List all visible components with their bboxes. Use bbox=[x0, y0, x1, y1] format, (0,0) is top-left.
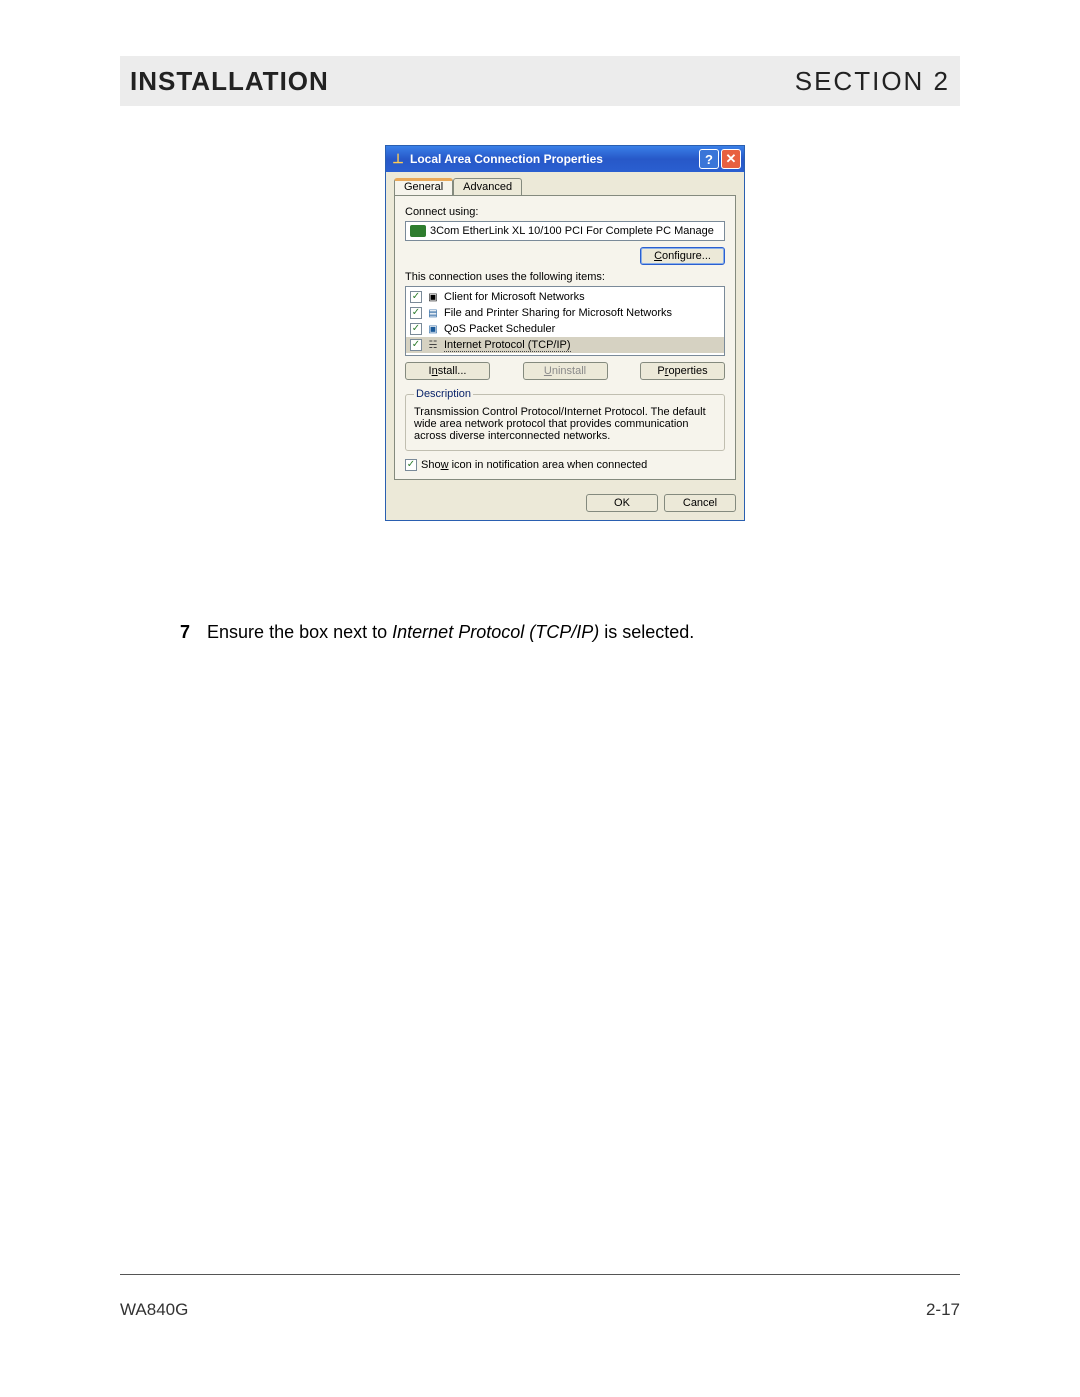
items-list[interactable]: ✓ ▣ Client for Microsoft Networks ✓ ▤ Fi… bbox=[405, 286, 725, 356]
items-label: This connection uses the following items… bbox=[405, 271, 725, 283]
item-label: Internet Protocol (TCP/IP) bbox=[444, 339, 571, 352]
item-label: File and Printer Sharing for Microsoft N… bbox=[444, 307, 672, 319]
step-number: 7 bbox=[180, 622, 190, 642]
description-text: Transmission Control Protocol/Internet P… bbox=[414, 406, 716, 442]
dialog-footer: OK Cancel bbox=[394, 480, 736, 512]
properties-button[interactable]: Properties bbox=[640, 362, 725, 380]
tab-advanced[interactable]: Advanced bbox=[453, 178, 522, 195]
list-item[interactable]: ✓ ▣ QoS Packet Scheduler bbox=[406, 321, 724, 337]
properties-dialog: ⊥ Local Area Connection Properties ? ✕ G… bbox=[385, 145, 745, 521]
titlebar[interactable]: ⊥ Local Area Connection Properties ? ✕ bbox=[386, 146, 744, 172]
list-item[interactable]: ✓ ▣ Client for Microsoft Networks bbox=[406, 289, 724, 305]
list-item[interactable]: ✓ ▤ File and Printer Sharing for Microso… bbox=[406, 305, 724, 321]
header-left: INSTALLATION bbox=[130, 66, 329, 97]
nic-icon bbox=[410, 225, 426, 237]
configure-button[interactable]: Configure... bbox=[640, 247, 725, 265]
close-button[interactable]: ✕ bbox=[721, 149, 741, 169]
client-icon: ▣ bbox=[426, 290, 440, 304]
tab-panel: Connect using: 3Com EtherLink XL 10/100 … bbox=[394, 196, 736, 480]
network-icon: ⊥ bbox=[390, 151, 406, 167]
share-icon: ▤ bbox=[426, 306, 440, 320]
step-text-after: is selected. bbox=[599, 622, 694, 642]
notify-label: Show icon in notification area when conn… bbox=[421, 459, 647, 471]
dialog-title: Local Area Connection Properties bbox=[410, 152, 697, 166]
checkbox-icon[interactable]: ✓ bbox=[405, 459, 417, 471]
item-label: QoS Packet Scheduler bbox=[444, 323, 555, 335]
install-button[interactable]: Install... bbox=[405, 362, 490, 380]
adapter-box: 3Com EtherLink XL 10/100 PCI For Complet… bbox=[405, 221, 725, 241]
description-box: Description Transmission Control Protoco… bbox=[405, 388, 725, 451]
notify-row[interactable]: ✓ Show icon in notification area when co… bbox=[405, 459, 725, 471]
checkbox-icon[interactable]: ✓ bbox=[410, 323, 422, 335]
step-text-before: Ensure the box next to bbox=[207, 622, 392, 642]
header-right: SECTION 2 bbox=[795, 66, 950, 97]
dialog-body: General Advanced Connect using: 3Com Eth… bbox=[386, 172, 744, 520]
help-button[interactable]: ? bbox=[699, 149, 719, 169]
checkbox-icon[interactable]: ✓ bbox=[410, 291, 422, 303]
qos-icon: ▣ bbox=[426, 322, 440, 336]
page-header: INSTALLATION SECTION 2 bbox=[120, 56, 960, 106]
tab-strip: General Advanced bbox=[394, 178, 736, 196]
item-buttons: Install... Uninstall Properties bbox=[405, 362, 725, 380]
protocol-icon: ☵ bbox=[426, 338, 440, 352]
step-text-italic: Internet Protocol (TCP/IP) bbox=[392, 622, 599, 642]
page-footer: WA840G 2-17 bbox=[120, 1300, 960, 1320]
item-label: Client for Microsoft Networks bbox=[444, 291, 585, 303]
description-legend: Description bbox=[414, 388, 473, 400]
instruction-step: 7 Ensure the box next to Internet Protoc… bbox=[180, 622, 694, 643]
ok-button[interactable]: OK bbox=[586, 494, 658, 512]
tab-general[interactable]: General bbox=[394, 178, 453, 195]
cancel-button[interactable]: Cancel bbox=[664, 494, 736, 512]
checkbox-icon[interactable]: ✓ bbox=[410, 339, 422, 351]
list-item-selected[interactable]: ✓ ☵ Internet Protocol (TCP/IP) bbox=[406, 337, 724, 353]
footer-rule bbox=[120, 1274, 960, 1275]
checkbox-icon[interactable]: ✓ bbox=[410, 307, 422, 319]
adapter-name: 3Com EtherLink XL 10/100 PCI For Complet… bbox=[430, 225, 714, 237]
uninstall-button: Uninstall bbox=[523, 362, 608, 380]
connect-using-label: Connect using: bbox=[405, 206, 725, 218]
footer-page: 2-17 bbox=[926, 1300, 960, 1320]
footer-model: WA840G bbox=[120, 1300, 188, 1320]
